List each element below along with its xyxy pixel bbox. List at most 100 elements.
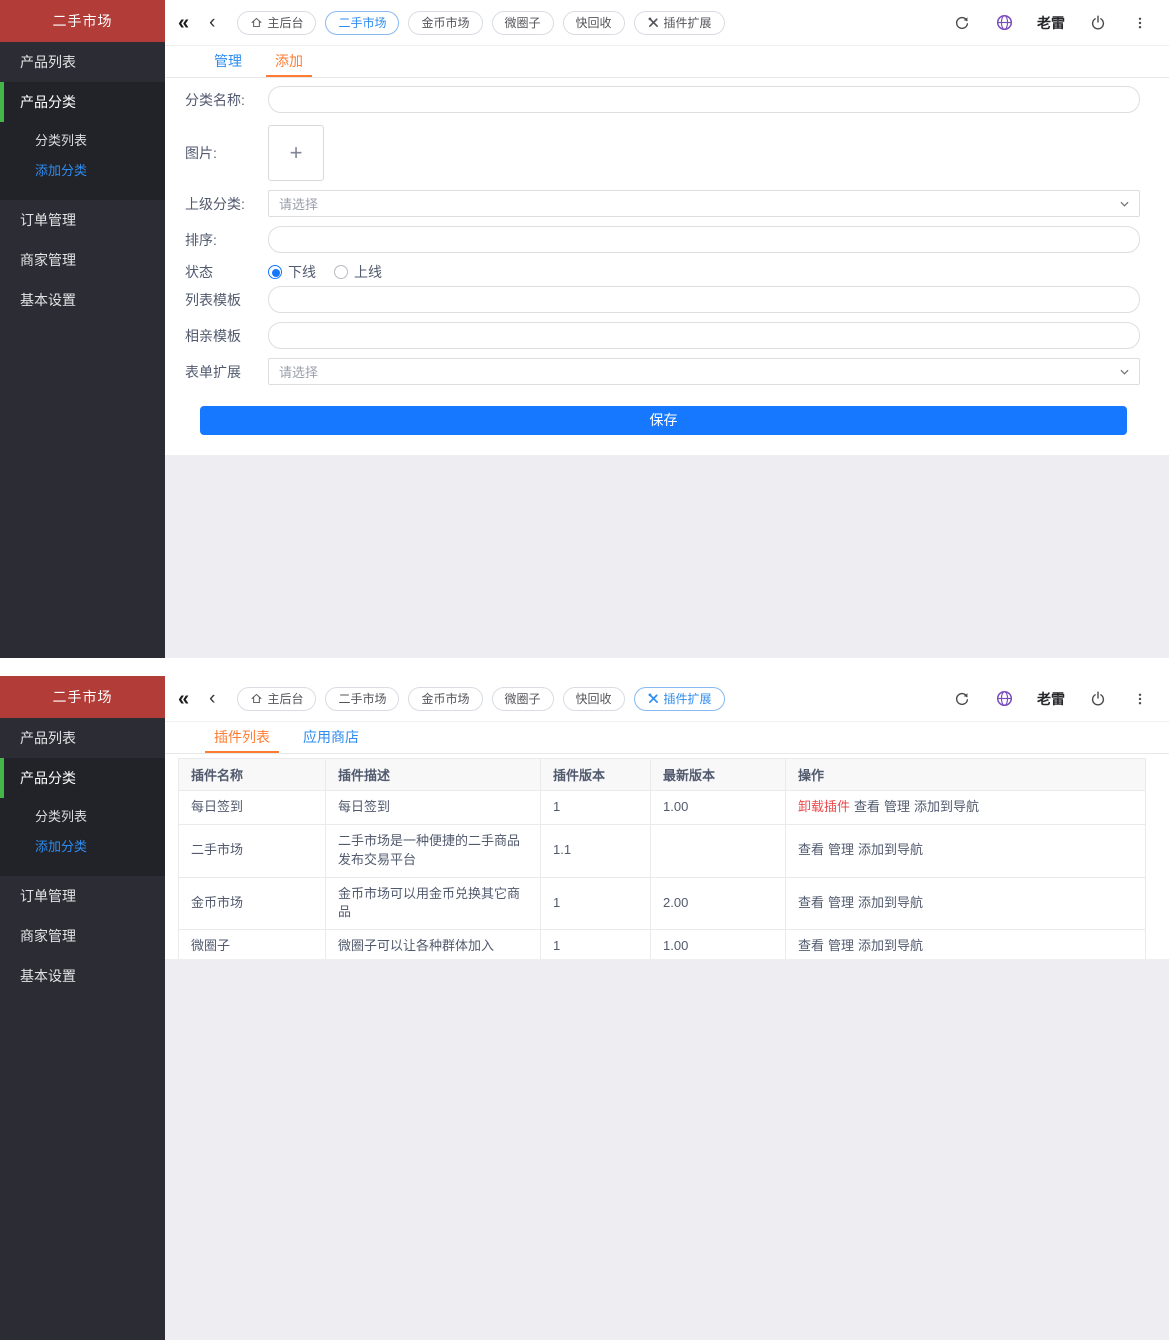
language-globe-icon[interactable]: [995, 14, 1013, 32]
more-kebab-icon[interactable]: [1131, 690, 1149, 708]
table-header-row: 插件名称 插件描述 插件版本 最新版本 操作: [178, 758, 1146, 791]
view-link[interactable]: 查看: [798, 938, 824, 953]
main-area: « ‹ 主后台 二手市场 金币市场 微圈子 快回收: [165, 0, 1169, 658]
actions-cell: 查看 管理 添加到导航: [785, 823, 1146, 878]
sidebar-item-basic-settings[interactable]: 基本设置: [0, 956, 165, 996]
radio-label-offline: 下线: [288, 264, 316, 280]
category-name-input[interactable]: [268, 86, 1140, 113]
sidebar-item-order-mgmt[interactable]: 订单管理: [0, 200, 165, 240]
nav-pill-plugin-extension[interactable]: 插件扩展: [633, 10, 725, 35]
form-extension-select[interactable]: 请选择: [268, 358, 1140, 385]
plugin-name: 金币市场: [178, 876, 326, 931]
nav-pill-main-admin[interactable]: 主后台: [237, 10, 317, 35]
view-link[interactable]: 查看: [854, 799, 880, 814]
username[interactable]: 老雷: [1037, 13, 1065, 33]
back-icon[interactable]: ‹: [209, 13, 215, 32]
table-row: 金币市场 金币市场可以用金币兑换其它商品 1 2.00 查看 管理 添加到导航: [178, 876, 1146, 931]
tab-app-store[interactable]: 应用商店: [294, 722, 368, 753]
sidebar-item-product-category[interactable]: 产品分类: [0, 758, 165, 798]
add-to-nav-link[interactable]: 添加到导航: [858, 895, 923, 910]
table-row: 二手市场 二手市场是一种便捷的二手商品发布交易平台 1.1 查看 管理 添加到导航: [178, 823, 1146, 878]
nav-pill-label: 微圈子: [504, 16, 541, 30]
top-nav: « ‹ 主后台 二手市场 金币市场 微圈子 快回收 插件扩展 老雷: [165, 0, 1169, 46]
form-extension-label: 表单扩展: [185, 363, 241, 380]
sidebar-subitem-category-list[interactable]: 分类列表: [0, 802, 165, 832]
view-link[interactable]: 查看: [798, 842, 824, 857]
sidebar: 二手市场 产品列表 产品分类 分类列表 添加分类 订单管理 商家管理 基本设置: [0, 0, 165, 658]
nav-pill-quick-recycle[interactable]: 快回收: [562, 686, 625, 711]
manage-link[interactable]: 管理: [884, 799, 910, 814]
logout-power-icon[interactable]: [1089, 690, 1107, 708]
add-to-nav-link[interactable]: 添加到导航: [858, 938, 923, 953]
nav-pill-quick-recycle[interactable]: 快回收: [562, 10, 625, 35]
image-upload-button[interactable]: +: [268, 125, 324, 181]
nav-pill-coin-market[interactable]: 金币市场: [408, 10, 483, 35]
image-label: 图片:: [185, 145, 217, 161]
sidebar-item-basic-settings[interactable]: 基本设置: [0, 280, 165, 320]
nav-pill-label: 二手市场: [338, 16, 387, 30]
nav-pill-secondhand-market[interactable]: 二手市场: [325, 686, 400, 711]
more-kebab-icon[interactable]: [1131, 14, 1149, 32]
nav-pill-plugin-extension[interactable]: 插件扩展: [633, 686, 725, 711]
back-icon[interactable]: ‹: [209, 689, 215, 708]
sidebar-item-product-list[interactable]: 产品列表: [0, 718, 165, 758]
language-globe-icon[interactable]: [995, 690, 1013, 708]
collapse-sidebar-icon[interactable]: «: [178, 13, 189, 33]
match-template-label: 相亲模板: [185, 327, 241, 344]
logout-power-icon[interactable]: [1089, 14, 1107, 32]
sidebar: 二手市场 产品列表 产品分类 分类列表 添加分类 订单管理 商家管理 基本设置: [0, 676, 165, 1340]
sidebar-item-product-category[interactable]: 产品分类: [0, 82, 165, 122]
radio-label-online: 上线: [354, 264, 382, 280]
sidebar-subitem-add-category[interactable]: 添加分类: [0, 156, 165, 186]
tools-icon: [647, 692, 660, 705]
sidebar-item-order-mgmt[interactable]: 订单管理: [0, 876, 165, 916]
actions-cell: 查看 管理 添加到导航: [785, 929, 1146, 959]
nav-pill-secondhand-market[interactable]: 二手市场: [325, 10, 400, 35]
nav-pill-label: 插件扩展: [663, 16, 712, 30]
uninstall-plugin-link[interactable]: 卸载插件: [798, 799, 850, 814]
nav-pill-label: 金币市场: [421, 692, 470, 706]
nav-pill-main-admin[interactable]: 主后台: [237, 686, 317, 711]
tab-plugin-list[interactable]: 插件列表: [205, 722, 279, 753]
parent-category-select[interactable]: 请选择: [268, 190, 1140, 217]
sort-input[interactable]: [268, 226, 1140, 253]
collapse-sidebar-icon[interactable]: «: [178, 689, 189, 709]
nav-pill-label: 二手市场: [338, 692, 387, 706]
status-radio-online[interactable]: 上线: [334, 262, 382, 282]
latest-version: 1.00: [650, 790, 786, 825]
save-button[interactable]: 保存: [200, 406, 1127, 435]
sidebar-item-merchant-mgmt[interactable]: 商家管理: [0, 916, 165, 956]
tab-manage[interactable]: 管理: [205, 46, 251, 77]
plugin-list-panel: 插件列表 应用商店 插件名称 插件描述 插件版本 最新版本 操作 每日签到 每日…: [165, 722, 1169, 959]
username[interactable]: 老雷: [1037, 689, 1065, 709]
nav-pill-coin-market[interactable]: 金币市场: [408, 686, 483, 711]
actions-cell: 查看 管理 添加到导航: [785, 876, 1146, 931]
add-to-nav-link[interactable]: 添加到导航: [914, 799, 979, 814]
plugin-desc: 微圈子可以让各种群体加入: [325, 929, 541, 959]
nav-pill-micro-circle[interactable]: 微圈子: [491, 686, 554, 711]
manage-link[interactable]: 管理: [828, 895, 854, 910]
manage-link[interactable]: 管理: [828, 842, 854, 857]
col-plugin-version: 插件版本: [540, 758, 651, 791]
nav-pill-label: 主后台: [267, 692, 304, 706]
view-link[interactable]: 查看: [798, 895, 824, 910]
sidebar-app-title: 二手市场: [0, 676, 165, 718]
latest-version: [650, 823, 786, 878]
add-to-nav-link[interactable]: 添加到导航: [858, 842, 923, 857]
tab-add[interactable]: 添加: [266, 46, 312, 77]
list-template-input[interactable]: [268, 286, 1140, 313]
sidebar-item-product-list[interactable]: 产品列表: [0, 42, 165, 82]
sidebar-subitem-add-category[interactable]: 添加分类: [0, 832, 165, 862]
actions-cell: 卸载插件 查看 管理 添加到导航: [785, 790, 1146, 825]
match-template-input[interactable]: [268, 322, 1140, 349]
parent-category-label: 上级分类:: [185, 195, 245, 212]
sidebar-item-merchant-mgmt[interactable]: 商家管理: [0, 240, 165, 280]
nav-pill-micro-circle[interactable]: 微圈子: [491, 10, 554, 35]
refresh-icon[interactable]: [953, 690, 971, 708]
home-icon: [250, 692, 263, 705]
manage-link[interactable]: 管理: [828, 938, 854, 953]
status-radio-offline[interactable]: 下线: [268, 262, 316, 282]
nav-pill-label: 快回收: [575, 692, 612, 706]
sidebar-subitem-category-list[interactable]: 分类列表: [0, 126, 165, 156]
refresh-icon[interactable]: [953, 14, 971, 32]
